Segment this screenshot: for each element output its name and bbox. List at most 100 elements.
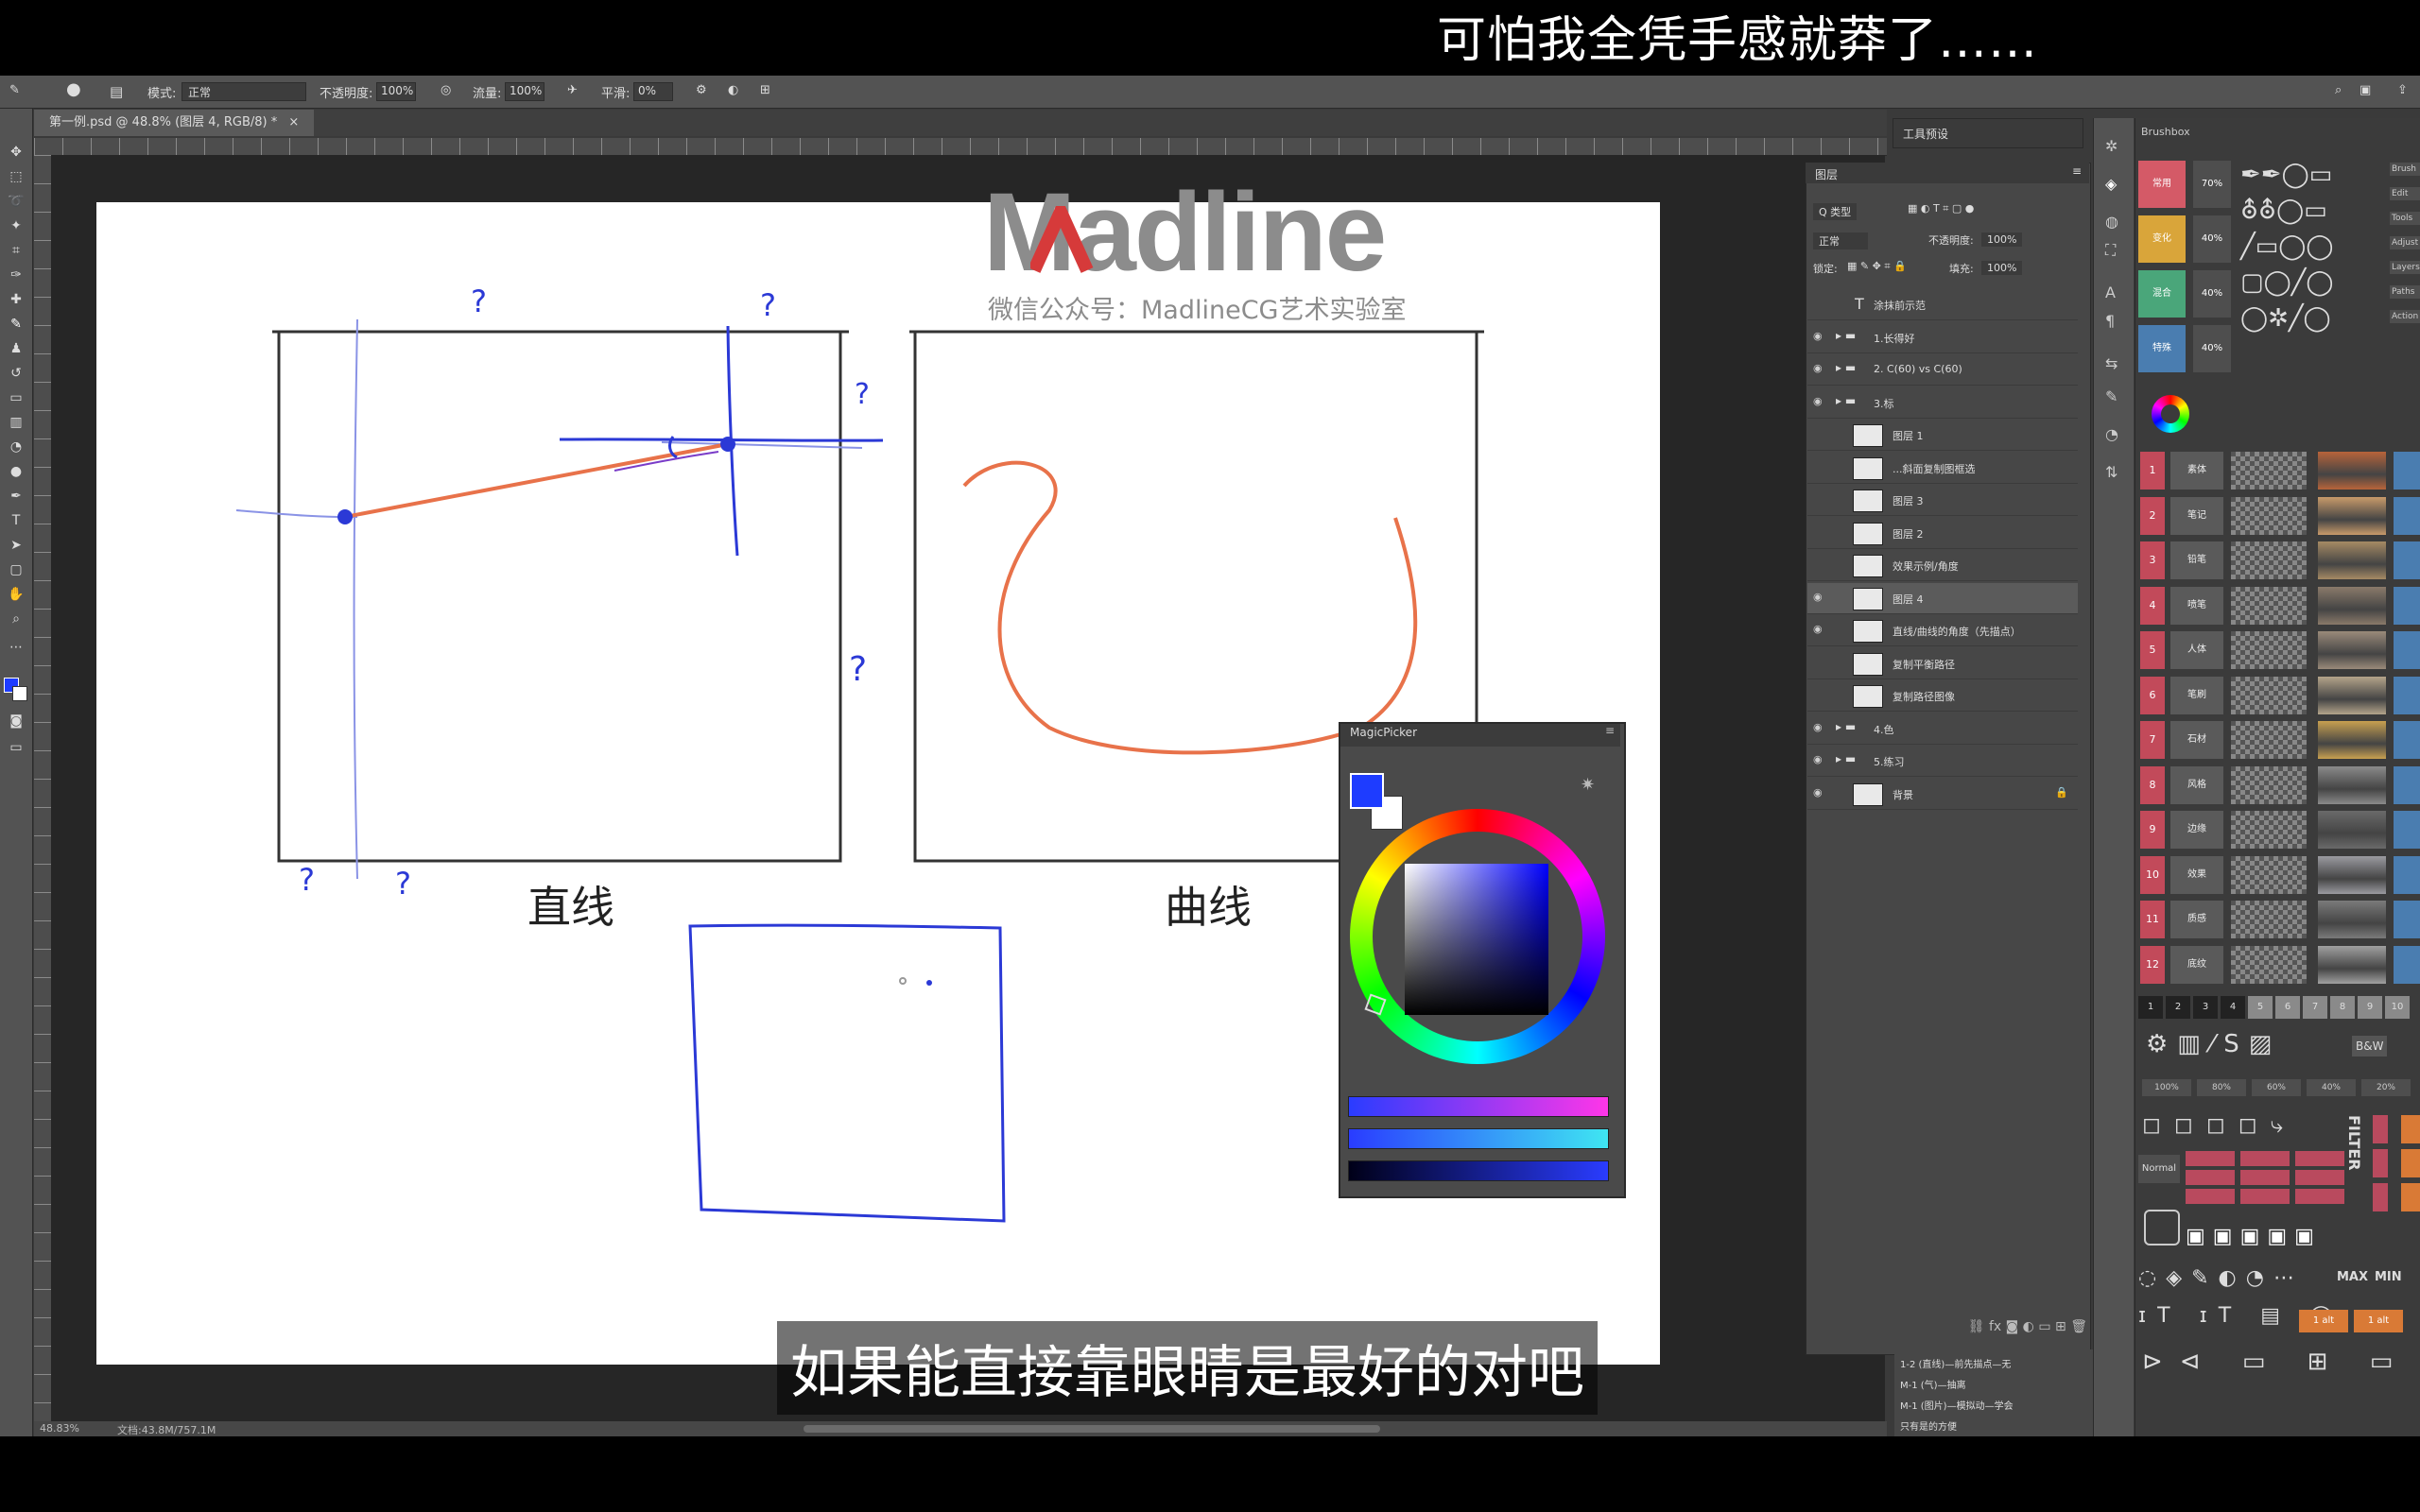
color-group-swatch[interactable]: 常用 — [2138, 161, 2186, 208]
blend-mode-button[interactable] — [2186, 1170, 2235, 1185]
side-tab[interactable]: Edit — [2390, 187, 2420, 200]
side-tab[interactable]: Action — [2390, 310, 2420, 323]
lock-icons[interactable]: ▦ ✎ ✥ ⌗ 🔒 — [1847, 260, 1907, 273]
blend-mode-dropdown[interactable]: 正常 — [1813, 232, 1868, 249]
layer-row[interactable]: ◉ ▸ ▬ 1.长得好 — [1807, 322, 2078, 353]
page-button[interactable]: 9 — [2358, 996, 2382, 1019]
blend-mode-button[interactable] — [2295, 1189, 2344, 1204]
brush-texture-thumbnail[interactable] — [2318, 541, 2386, 579]
history-item[interactable]: M-1 (图片)—模拟动—学会 — [1900, 1397, 2014, 1418]
brush-slot-label[interactable]: 笔记 — [2170, 496, 2223, 535]
picker-menu-icon[interactable]: ≡ — [1605, 724, 1615, 737]
brush-slot-number[interactable]: 7 — [2140, 721, 2165, 759]
brush-slot-number[interactable]: 2 — [2140, 496, 2165, 535]
brush-slot-thumbnail[interactable] — [2231, 811, 2307, 849]
brush-slot-number[interactable]: 6 — [2140, 676, 2165, 714]
swatches-icon[interactable]: ⇅ — [2105, 463, 2118, 481]
brush-slot-label[interactable]: 笔刷 — [2170, 676, 2223, 714]
brightness-slider[interactable] — [1348, 1160, 1609, 1181]
layer-row[interactable]: 复制路径图像 — [1807, 680, 2078, 712]
blend-mode-button[interactable] — [2240, 1151, 2290, 1166]
min-button[interactable]: MIN — [2375, 1270, 2402, 1284]
brush-slot-thumbnail[interactable] — [2231, 496, 2307, 535]
brush-slot-label[interactable]: 风格 — [2170, 765, 2223, 804]
color-group-swatch[interactable]: 特殊 — [2138, 325, 2186, 372]
max-button[interactable]: MAX — [2337, 1270, 2368, 1284]
color-group-swatch[interactable]: 变化 — [2138, 215, 2186, 263]
side-tab[interactable]: Paths — [2390, 285, 2420, 299]
blend-mode-button[interactable] — [2240, 1170, 2290, 1185]
brush-slot-label[interactable]: 底纹 — [2170, 945, 2223, 984]
selection-icons-row[interactable]: ◻◻◻◻⤷ — [2142, 1111, 2350, 1138]
layer-row[interactable]: ◉ ▸ ▬ 3.标 — [1807, 387, 2078, 419]
visibility-eye-icon[interactable] — [1813, 525, 1824, 537]
visibility-eye-icon[interactable] — [1813, 558, 1824, 569]
visibility-eye-icon[interactable] — [1813, 656, 1824, 667]
blend-mode-button[interactable] — [2295, 1151, 2344, 1166]
percent-button[interactable]: 80% — [2197, 1079, 2246, 1096]
page-button[interactable]: 3 — [2193, 996, 2218, 1019]
visibility-eye-icon[interactable] — [1813, 460, 1824, 472]
layer-row[interactable]: ◉ 图层 4 — [1807, 582, 2078, 614]
brush-side-swatch[interactable] — [2394, 496, 2420, 535]
alt-button[interactable]: 1 alt — [2354, 1310, 2403, 1332]
brush-side-swatch[interactable] — [2394, 765, 2420, 804]
saturation-slider[interactable] — [1348, 1128, 1609, 1149]
page-button[interactable]: 5 — [2248, 996, 2273, 1019]
misc-icons-row[interactable]: ◌◈✎◐◔⋯ — [2138, 1266, 2304, 1290]
brush-slot-label[interactable]: 边缘 — [2170, 811, 2223, 849]
visibility-eye-icon[interactable] — [1813, 427, 1824, 438]
brush-slot-thumbnail[interactable] — [2231, 631, 2307, 669]
brush-texture-thumbnail[interactable] — [2318, 676, 2386, 714]
blend-mode-button[interactable] — [2186, 1151, 2235, 1166]
transform-icons-row[interactable]: ▣▣▣▣▣ — [2186, 1225, 2322, 1248]
brush-slot-label[interactable]: 效果 — [2170, 855, 2223, 894]
picker-settings-icon[interactable]: ✷ — [1581, 775, 1595, 795]
new-layer-icon[interactable]: ⊞ — [2055, 1319, 2066, 1334]
layer-kind-filter[interactable]: Q 类型 — [1813, 203, 1858, 220]
layers-tab[interactable]: 图层 — [1815, 166, 1838, 182]
filter-orange-button[interactable] — [2401, 1183, 2420, 1211]
brush-slot-thumbnail[interactable] — [2231, 586, 2307, 625]
history-icon[interactable]: ✲ — [2105, 137, 2118, 155]
circle-select-button[interactable] — [2144, 1210, 2180, 1246]
filter-orange-button[interactable] — [2401, 1149, 2420, 1177]
blend-normal-button[interactable]: Normal — [2138, 1155, 2180, 1183]
brush-texture-thumbnail[interactable] — [2318, 496, 2386, 535]
visibility-eye-icon[interactable] — [1813, 492, 1824, 504]
visibility-eye-icon[interactable]: ◉ — [1813, 395, 1824, 407]
brush-slot-number[interactable]: 3 — [2140, 541, 2165, 579]
layer-row[interactable]: ◉ ▸ ▬ 5.练习 — [1807, 746, 2078, 777]
brush-slot-thumbnail[interactable] — [2231, 765, 2307, 804]
brush-slot-thumbnail[interactable] — [2231, 541, 2307, 579]
visibility-eye-icon[interactable]: ◉ — [1813, 721, 1824, 733]
layer-opacity-value[interactable]: 100% — [1981, 232, 2023, 247]
layer-row[interactable]: 图层 1 — [1807, 420, 2078, 451]
brush-side-swatch[interactable] — [2394, 541, 2420, 579]
brush-texture-thumbnail[interactable] — [2318, 855, 2386, 894]
brush-side-swatch[interactable] — [2394, 945, 2420, 984]
brush-slot-label[interactable]: 喷笔 — [2170, 586, 2223, 625]
brush-texture-thumbnail[interactable] — [2318, 901, 2386, 938]
trash-icon[interactable]: 🗑 — [2070, 1319, 2087, 1334]
brush-slot-number[interactable]: 4 — [2140, 586, 2165, 625]
percent-button[interactable]: 100% — [2142, 1079, 2191, 1096]
paragraph-icon[interactable]: ¶ — [2105, 312, 2115, 330]
visibility-eye-icon[interactable]: ◉ — [1813, 753, 1824, 765]
layer-row[interactable]: 复制平衡路径 — [1807, 648, 2078, 679]
layer-row[interactable]: ◉ ▸ ▬ 2. C(60) vs C(60) — [1807, 354, 2078, 386]
brush-slot-label[interactable]: 石材 — [2170, 721, 2223, 759]
visibility-eye-icon[interactable]: ◉ — [1813, 362, 1824, 374]
filter-side-button[interactable] — [2373, 1149, 2388, 1177]
layer-row[interactable]: T 涂抹前示范 — [1807, 289, 2078, 320]
side-tab[interactable]: Layers — [2390, 261, 2420, 274]
alt-button[interactable]: 1 alt — [2299, 1310, 2348, 1332]
brush-slot-thumbnail[interactable] — [2231, 676, 2307, 714]
layer-row[interactable]: ◉ ▸ ▬ 4.色 — [1807, 713, 2078, 745]
page-button[interactable]: 10 — [2385, 996, 2410, 1019]
brush-slot-thumbnail[interactable] — [2231, 855, 2307, 894]
visibility-eye-icon[interactable]: ◉ — [1813, 623, 1824, 635]
page-button[interactable]: 8 — [2330, 996, 2355, 1019]
brush-slot-number[interactable]: 9 — [2140, 811, 2165, 849]
brush-texture-thumbnail[interactable] — [2318, 811, 2386, 849]
